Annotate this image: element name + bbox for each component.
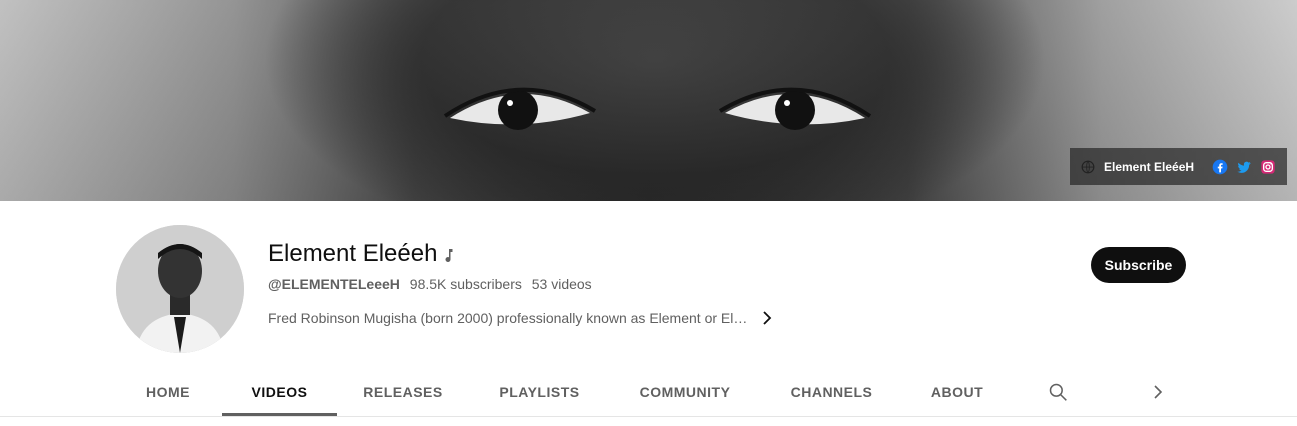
tab-playlists[interactable]: PLAYLISTS — [471, 368, 608, 416]
channel-avatar[interactable] — [116, 225, 244, 353]
music-note-icon — [441, 248, 453, 267]
channel-name: Element Eleéeh — [268, 240, 438, 267]
channel-banner: Element EleéeH — [0, 0, 1297, 201]
channel-handle: @ELEMENTELeeeH — [268, 276, 400, 292]
tab-community[interactable]: COMMUNITY — [610, 368, 760, 416]
channel-tabs: HOME VIDEOS RELEASES PLAYLISTS COMMUNITY… — [0, 368, 1297, 416]
video-count: 53 videos — [531, 276, 592, 292]
tab-videos[interactable]: VIDEOS — [222, 368, 337, 416]
description-text[interactable]: Fred Robinson Mugisha (born 2000) profes… — [268, 310, 747, 326]
banner-eye-right — [718, 87, 872, 130]
tab-about[interactable]: ABOUT — [903, 368, 1011, 416]
globe-icon[interactable] — [1080, 159, 1096, 175]
channel-description[interactable]: Fred Robinson Mugisha (born 2000) profes… — [268, 308, 777, 328]
search-icon[interactable] — [1046, 380, 1070, 404]
tab-releases[interactable]: RELEASES — [339, 368, 467, 416]
tabs-divider — [0, 416, 1297, 417]
tab-channels[interactable]: CHANNELS — [762, 368, 901, 416]
subscriber-count: 98.5K subscribers — [409, 276, 522, 292]
chevron-right-icon[interactable] — [757, 308, 777, 328]
twitter-icon[interactable] — [1236, 159, 1252, 175]
channel-link-label[interactable]: Element EleéeH — [1104, 160, 1194, 174]
tab-home[interactable]: HOME — [116, 368, 220, 416]
instagram-icon[interactable] — [1260, 159, 1276, 175]
subscribe-button[interactable]: Subscribe — [1091, 247, 1186, 283]
chevron-right-icon[interactable] — [1146, 380, 1170, 404]
channel-links-overlay[interactable]: Element EleéeH — [1070, 148, 1287, 185]
facebook-icon[interactable] — [1212, 159, 1228, 175]
banner-eye-left — [443, 87, 597, 130]
channel-meta: @ELEMENTELeeeH 98.5K subscribers 53 vide… — [268, 276, 598, 292]
